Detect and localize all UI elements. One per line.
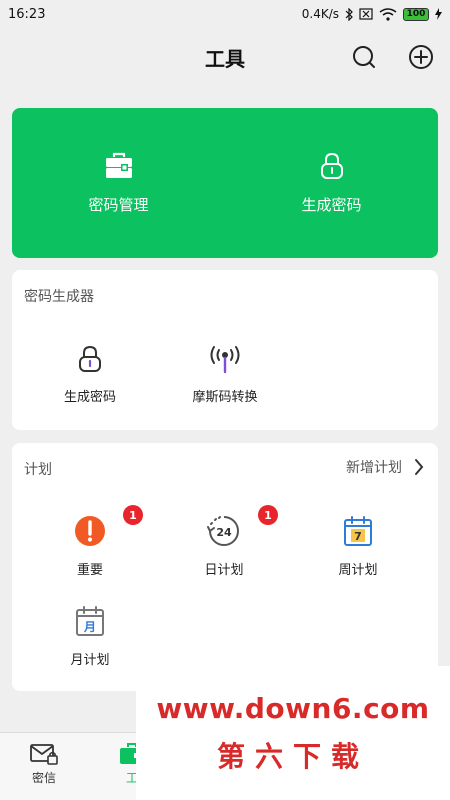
antenna-icon <box>210 346 240 374</box>
weekly-plan-label: 周计划 <box>338 563 378 578</box>
generate-password-hero-button[interactable]: 生成密码 <box>225 108 438 258</box>
add-plan-label: 新增计划 <box>346 460 402 476</box>
mail-lock-icon <box>30 744 58 765</box>
plan-card: 计划 新增计划 重要 1 24 日计划 1 7 周计划 月 月计划 <box>12 443 438 691</box>
password-manager-label: 密码管理 <box>88 195 149 214</box>
daily-plan-icon-text: 24 <box>216 526 232 539</box>
exclamation-circle-icon <box>75 516 105 546</box>
watermark-name: 第六下载 <box>216 739 369 773</box>
password-generator-card: 密码生成器 生成密码 摩斯码转换 <box>12 270 438 430</box>
add-button[interactable] <box>406 42 436 72</box>
page-title: 工具 <box>205 46 245 71</box>
lock-icon <box>320 152 343 179</box>
charging-icon <box>435 8 442 20</box>
add-plan-link[interactable]: 新增计划 <box>346 457 424 477</box>
toolbox-icon <box>105 152 132 178</box>
plus-circle-icon <box>409 45 433 69</box>
plan-title: 计划 <box>24 462 52 478</box>
generate-password-hero-label: 生成密码 <box>301 195 362 214</box>
wifi-icon <box>379 7 397 21</box>
daily-count-badge: 1 <box>258 505 278 525</box>
lock-icon <box>79 345 101 372</box>
status-bar: 16:23 0.4K/s 100 <box>0 0 450 28</box>
generate-password-label: 生成密码 <box>63 390 116 405</box>
sim-off-icon <box>359 8 373 20</box>
password-generator-title: 密码生成器 <box>24 289 94 305</box>
hero-card: 密码管理 生成密码 <box>12 108 438 258</box>
status-time: 16:23 <box>8 6 46 22</box>
monthly-plan-tile[interactable]: 月 月计划 <box>30 605 150 668</box>
tab-secret-message-label: 密信 <box>31 771 56 785</box>
tab-secret-message[interactable]: 密信 <box>0 733 88 800</box>
important-plan-label: 重要 <box>76 563 103 578</box>
watermark-url: www.down6.com <box>156 691 430 725</box>
generate-password-tile[interactable]: 生成密码 <box>30 344 150 405</box>
calendar-icon: 7 <box>344 516 372 546</box>
important-count-badge: 1 <box>123 505 143 525</box>
weekly-plan-tile[interactable]: 7 周计划 <box>298 515 418 578</box>
monthly-plan-icon-text: 月 <box>83 620 96 634</box>
net-speed: 0.4K/s <box>301 7 339 21</box>
calendar-month-icon: 月 <box>76 606 104 636</box>
clock-24-icon: 24 <box>207 516 239 546</box>
bluetooth-icon <box>345 7 353 21</box>
password-manager-button[interactable]: 密码管理 <box>12 108 225 258</box>
status-icons: 0.4K/s 100 <box>302 7 442 21</box>
watermark-overlay: www.down6.com 第六下载 <box>136 666 450 800</box>
search-button[interactable] <box>349 42 379 72</box>
app-header: 工具 <box>0 28 450 86</box>
chevron-right-icon <box>415 459 424 475</box>
daily-plan-label: 日计划 <box>204 563 244 578</box>
weekly-plan-icon-text: 7 <box>354 530 362 543</box>
search-icon <box>353 46 375 68</box>
morse-converter-tile[interactable]: 摩斯码转换 <box>165 344 285 405</box>
monthly-plan-label: 月计划 <box>70 653 110 668</box>
battery-indicator: 100 <box>403 7 429 21</box>
morse-converter-label: 摩斯码转换 <box>192 390 258 405</box>
